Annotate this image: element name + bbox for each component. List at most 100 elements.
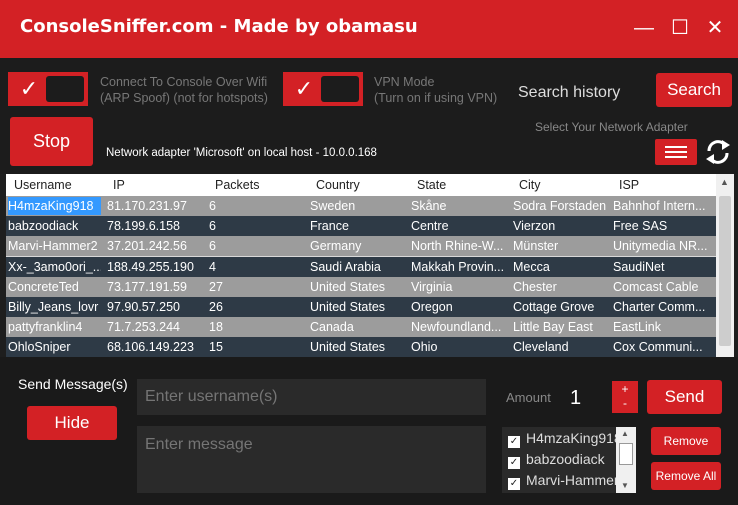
cell-ip[interactable]: 37.201.242.56 — [107, 239, 203, 253]
cell-username[interactable]: OhloSniper — [8, 340, 101, 354]
cell-state[interactable]: Oregon — [411, 300, 507, 314]
list-item[interactable]: ✓ babzoodiack — [508, 451, 605, 471]
column-header-ip[interactable]: IP — [113, 178, 125, 192]
minimize-button[interactable]: — — [632, 16, 656, 40]
cell-state[interactable]: Centre — [411, 219, 507, 233]
cell-isp[interactable]: Free SAS — [613, 219, 713, 233]
vpn-mode-toggle[interactable]: ✓ — [283, 72, 363, 106]
scroll-thumb[interactable] — [619, 443, 633, 465]
cell-country[interactable]: Sweden — [310, 199, 405, 213]
cell-packets[interactable]: 26 — [209, 300, 304, 314]
cell-ip[interactable]: 97.90.57.250 — [107, 300, 203, 314]
recipients-scrollbar[interactable]: ▲ ▼ — [616, 427, 636, 493]
cell-ip[interactable]: 73.177.191.59 — [107, 280, 203, 294]
cell-state[interactable]: Newfoundland... — [411, 320, 507, 334]
table-row[interactable]: OhloSniper 68.106.149.223 15 United States O… — [6, 337, 716, 357]
remove-all-button[interactable]: Remove All — [651, 462, 721, 490]
cell-country[interactable]: United States — [310, 280, 405, 294]
cell-packets[interactable]: 6 — [209, 219, 304, 233]
column-header-username[interactable]: Username — [14, 178, 72, 192]
table-row[interactable]: Marvi-Hammer2 37.201.242.56 6 Germany North … — [6, 236, 716, 257]
cell-country[interactable]: Germany — [310, 239, 405, 253]
cell-ip[interactable]: 81.170.231.97 — [107, 199, 203, 213]
table-row[interactable]: babzoodiack 78.199.6.158 6 France Centre Vier… — [6, 216, 716, 237]
column-header-isp[interactable]: ISP — [619, 178, 639, 192]
table-scrollbar[interactable]: ▲ — [716, 174, 734, 357]
hide-button[interactable]: Hide — [27, 406, 117, 440]
remove-button[interactable]: Remove — [651, 427, 721, 455]
cell-isp[interactable]: Charter Comm... — [613, 300, 713, 314]
cell-state[interactable]: Ohio — [411, 340, 507, 354]
cell-city[interactable]: Sodra Forstaden — [513, 199, 607, 213]
cell-isp[interactable]: EastLink — [613, 320, 713, 334]
cell-isp[interactable]: Unitymedia NR... — [613, 239, 713, 253]
search-history-label[interactable]: Search history — [518, 84, 620, 102]
list-item[interactable]: ✓ Marvi-Hammer2 — [508, 472, 626, 492]
table-row[interactable]: pattyfranklin4 71.7.253.244 18 Canada Newfou… — [6, 317, 716, 338]
cell-state[interactable]: Makkah Provin... — [411, 260, 507, 274]
cell-city[interactable]: Little Bay East — [513, 320, 607, 334]
username-input[interactable] — [137, 379, 486, 415]
scroll-thumb[interactable] — [719, 196, 731, 346]
cell-ip[interactable]: 71.7.253.244 — [107, 320, 203, 334]
cell-country[interactable]: United States — [310, 340, 405, 354]
cell-city[interactable]: Cottage Grove — [513, 300, 607, 314]
send-button[interactable]: Send — [647, 380, 722, 414]
close-button[interactable]: ✕ — [703, 16, 727, 40]
cell-state[interactable]: Skåne — [411, 199, 507, 213]
cell-isp[interactable]: Cox Communi... — [613, 340, 713, 354]
cell-packets[interactable]: 4 — [209, 260, 304, 274]
cell-packets[interactable]: 27 — [209, 280, 304, 294]
cell-city[interactable]: Mecca — [513, 260, 607, 274]
scroll-down-icon[interactable]: ▼ — [621, 481, 629, 490]
cell-username[interactable]: ConcreteTed — [8, 280, 101, 294]
cell-packets[interactable]: 6 — [209, 199, 304, 213]
cell-isp[interactable]: Bahnhof Intern... — [613, 199, 713, 213]
table-row[interactable]: H4mzaKing918 81.170.231.97 6 Sweden Skåne Sod… — [6, 196, 716, 216]
cell-ip[interactable]: 188.49.255.190 — [107, 260, 203, 274]
search-button[interactable]: Search — [656, 73, 732, 107]
cell-packets[interactable]: 6 — [209, 239, 304, 253]
message-input[interactable] — [137, 426, 486, 493]
cell-country[interactable]: United States — [310, 300, 405, 314]
cell-username[interactable]: Xx-_3amo0ori_... — [8, 260, 101, 274]
cell-username[interactable]: Billy_Jeans_lovr — [8, 300, 101, 314]
scroll-up-icon[interactable]: ▲ — [621, 429, 629, 438]
cell-packets[interactable]: 15 — [209, 340, 304, 354]
checkbox-checked-icon[interactable]: ✓ — [508, 478, 520, 490]
stop-button[interactable]: Stop — [10, 117, 93, 166]
checkbox-checked-icon[interactable]: ✓ — [508, 457, 520, 469]
column-header-state[interactable]: State — [417, 178, 446, 192]
amount-stepper[interactable]: + - — [612, 381, 638, 413]
checkbox-checked-icon[interactable]: ✓ — [508, 436, 520, 448]
cell-city[interactable]: Münster — [513, 239, 607, 253]
table-row[interactable]: Xx-_3amo0ori_... 188.49.255.190 4 Saudi Ara… — [6, 256, 716, 277]
table-row[interactable]: ConcreteTed 73.177.191.59 27 United States V… — [6, 276, 716, 297]
adapter-menu-button[interactable] — [655, 139, 697, 165]
cell-country[interactable]: Canada — [310, 320, 405, 334]
refresh-icon[interactable] — [703, 137, 733, 167]
cell-country[interactable]: Saudi Arabia — [310, 260, 405, 274]
cell-city[interactable]: Vierzon — [513, 219, 607, 233]
cell-isp[interactable]: Comcast Cable — [613, 280, 713, 294]
cell-username[interactable]: Marvi-Hammer2 — [8, 239, 101, 253]
column-header-packets[interactable]: Packets — [215, 178, 259, 192]
list-item[interactable]: ✓ H4mzaKing918 — [508, 430, 622, 450]
cell-state[interactable]: North Rhine-W... — [411, 239, 507, 253]
minus-icon[interactable]: - — [612, 396, 638, 410]
maximize-button[interactable]: ☐ — [668, 16, 692, 40]
cell-country[interactable]: France — [310, 219, 405, 233]
table-row[interactable]: Billy_Jeans_lovr 97.90.57.250 26 United Sta… — [6, 297, 716, 317]
amount-value[interactable]: 1 — [570, 387, 581, 410]
cell-packets[interactable]: 18 — [209, 320, 304, 334]
cell-city[interactable]: Cleveland — [513, 340, 607, 354]
scroll-up-icon[interactable]: ▲ — [720, 177, 729, 187]
column-header-city[interactable]: City — [519, 178, 541, 192]
cell-isp[interactable]: SaudiNet — [613, 260, 713, 274]
column-header-country[interactable]: Country — [316, 178, 360, 192]
cell-city[interactable]: Chester — [513, 280, 607, 294]
cell-username[interactable]: pattyfranklin4 — [8, 320, 101, 334]
plus-icon[interactable]: + — [612, 382, 638, 396]
cell-username[interactable]: H4mzaKing918 — [8, 197, 101, 215]
cell-state[interactable]: Virginia — [411, 280, 507, 294]
